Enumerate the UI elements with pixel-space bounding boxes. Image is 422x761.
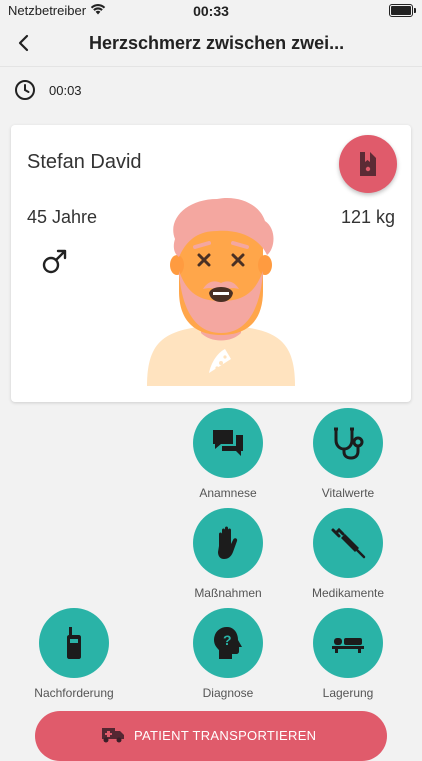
syringe-icon [331,527,366,559]
massnahmen-button[interactable]: Maßnahmen [173,508,283,600]
patient-bed-icon [332,638,364,653]
status-bar: Netzbetreiber 00:33 [0,0,422,22]
medikamente-button[interactable]: Medikamente [293,508,403,600]
medikamente-label: Medikamente [311,586,385,600]
patient-card: Stefan David 45 Jahre 121 kg [11,125,411,402]
svg-text:?: ? [223,632,232,648]
patient-avatar-illustration [147,197,295,386]
stethoscope-icon [334,427,364,460]
navigation-bar: Herzschmerz zwischen zwei... [0,22,422,67]
clock-icon [15,80,35,100]
patient-weight: 121 kg [340,207,395,227]
transport-label: PATIENT TRANSPORTIEREN [134,728,317,743]
walkie-talkie-icon [67,627,81,659]
patient-name: Stefan David [27,151,142,173]
diagnose-label: Diagnose [202,686,254,700]
status-time: 00:33 [193,3,229,19]
lagerung-button[interactable]: Lagerung [293,608,403,700]
ambulance-icon [102,728,124,743]
lagerung-label: Lagerung [322,686,374,700]
timer-value: 00:03 [49,83,82,98]
hand-icon [218,526,238,559]
diagnose-button[interactable]: ? Diagnose [173,608,283,700]
head-question-icon: ? [214,627,242,659]
patient-report-button[interactable] [339,135,397,193]
vitalwerte-button[interactable]: Vitalwerte [293,408,403,500]
nachforderung-button[interactable]: Nachforderung [19,608,129,700]
chat-bubbles-icon [213,430,243,456]
battery-icon [389,4,416,17]
massnahmen-label: Maßnahmen [194,586,262,600]
page-title: Herzschmerz zwischen zwei... [89,33,345,53]
document-icon [360,152,376,176]
male-gender-icon [42,249,67,274]
vitalwerte-label: Vitalwerte [321,486,375,500]
back-chevron-icon[interactable] [14,30,38,56]
patient-age: 45 Jahre [27,207,98,227]
anamnese-button[interactable]: Anamnese [173,408,283,500]
patient-transport-button[interactable]: PATIENT TRANSPORTIEREN [35,711,387,761]
nachforderung-label: Nachforderung [34,686,114,700]
anamnese-label: Anamnese [199,486,257,500]
